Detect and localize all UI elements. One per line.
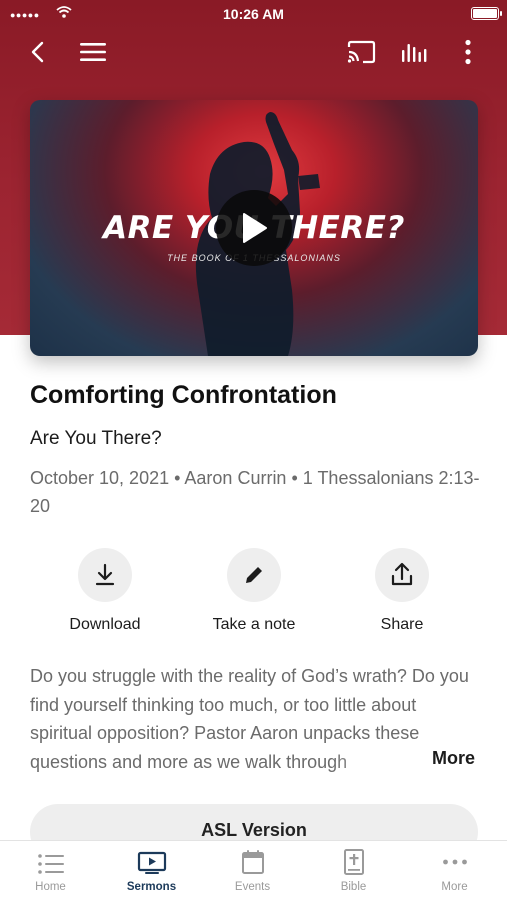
menu-button[interactable] bbox=[77, 36, 109, 68]
play-button[interactable] bbox=[216, 190, 292, 266]
hamburger-icon bbox=[80, 43, 106, 61]
share-circle bbox=[375, 548, 429, 602]
share-icon bbox=[391, 562, 413, 586]
tab-home-label: Home bbox=[35, 881, 66, 893]
description-fade bbox=[330, 745, 430, 775]
tab-home[interactable]: Home bbox=[0, 841, 101, 900]
list-icon bbox=[37, 854, 64, 874]
tab-events-label: Events bbox=[234, 881, 271, 893]
tab-events[interactable]: Events bbox=[202, 841, 303, 900]
tab-more[interactable]: More bbox=[404, 841, 505, 900]
bible-icon bbox=[343, 849, 364, 875]
tab-sermons-label: Sermons bbox=[126, 881, 177, 893]
tab-bible-label: Bible bbox=[340, 881, 367, 893]
status-bar: ●●●●● 10:26 AM bbox=[0, 0, 507, 28]
tab-more-label: More bbox=[441, 881, 468, 893]
cast-button[interactable] bbox=[345, 36, 377, 68]
video-thumbnail[interactable]: ARE YOU THERE? THE BOOK OF 1 THESSALONIA… bbox=[30, 100, 478, 356]
take-note-circle bbox=[227, 548, 281, 602]
chevron-left-icon bbox=[31, 41, 44, 63]
bottom-tab-bar: Home Sermons Events Bible More bbox=[0, 840, 507, 900]
take-note-button[interactable]: Take a note bbox=[189, 548, 319, 634]
audio-bars-icon bbox=[402, 44, 427, 62]
play-icon bbox=[243, 213, 267, 243]
download-button[interactable]: Download bbox=[40, 548, 170, 634]
top-nav bbox=[0, 30, 507, 74]
series-name[interactable]: Are You There? bbox=[30, 428, 162, 450]
action-row: Download Take a note Share bbox=[0, 548, 507, 648]
back-button[interactable] bbox=[22, 36, 54, 68]
download-label: Download bbox=[69, 616, 141, 633]
tab-sermons[interactable]: Sermons bbox=[101, 841, 202, 900]
download-icon bbox=[95, 563, 115, 586]
share-button[interactable]: Share bbox=[337, 548, 467, 634]
cast-icon bbox=[347, 40, 376, 64]
pencil-icon bbox=[246, 567, 262, 583]
horizontal-dots-icon bbox=[442, 859, 467, 865]
status-time: 10:26 AM bbox=[223, 6, 284, 22]
tab-bible[interactable]: Bible bbox=[303, 841, 404, 900]
battery-icon bbox=[471, 7, 502, 20]
take-note-label: Take a note bbox=[212, 616, 296, 633]
tv-play-icon bbox=[137, 851, 166, 874]
vertical-dots-icon bbox=[465, 39, 471, 65]
download-circle bbox=[78, 548, 132, 602]
more-options-button[interactable] bbox=[452, 36, 484, 68]
calendar-icon bbox=[241, 850, 264, 874]
sermon-title: Comforting Confrontation bbox=[30, 381, 337, 409]
description-more-link[interactable]: More bbox=[432, 748, 475, 769]
share-label: Share bbox=[380, 616, 424, 633]
sermon-meta: October 10, 2021 • Aaron Currin • 1 Thes… bbox=[30, 468, 480, 516]
audio-button[interactable] bbox=[399, 36, 431, 68]
